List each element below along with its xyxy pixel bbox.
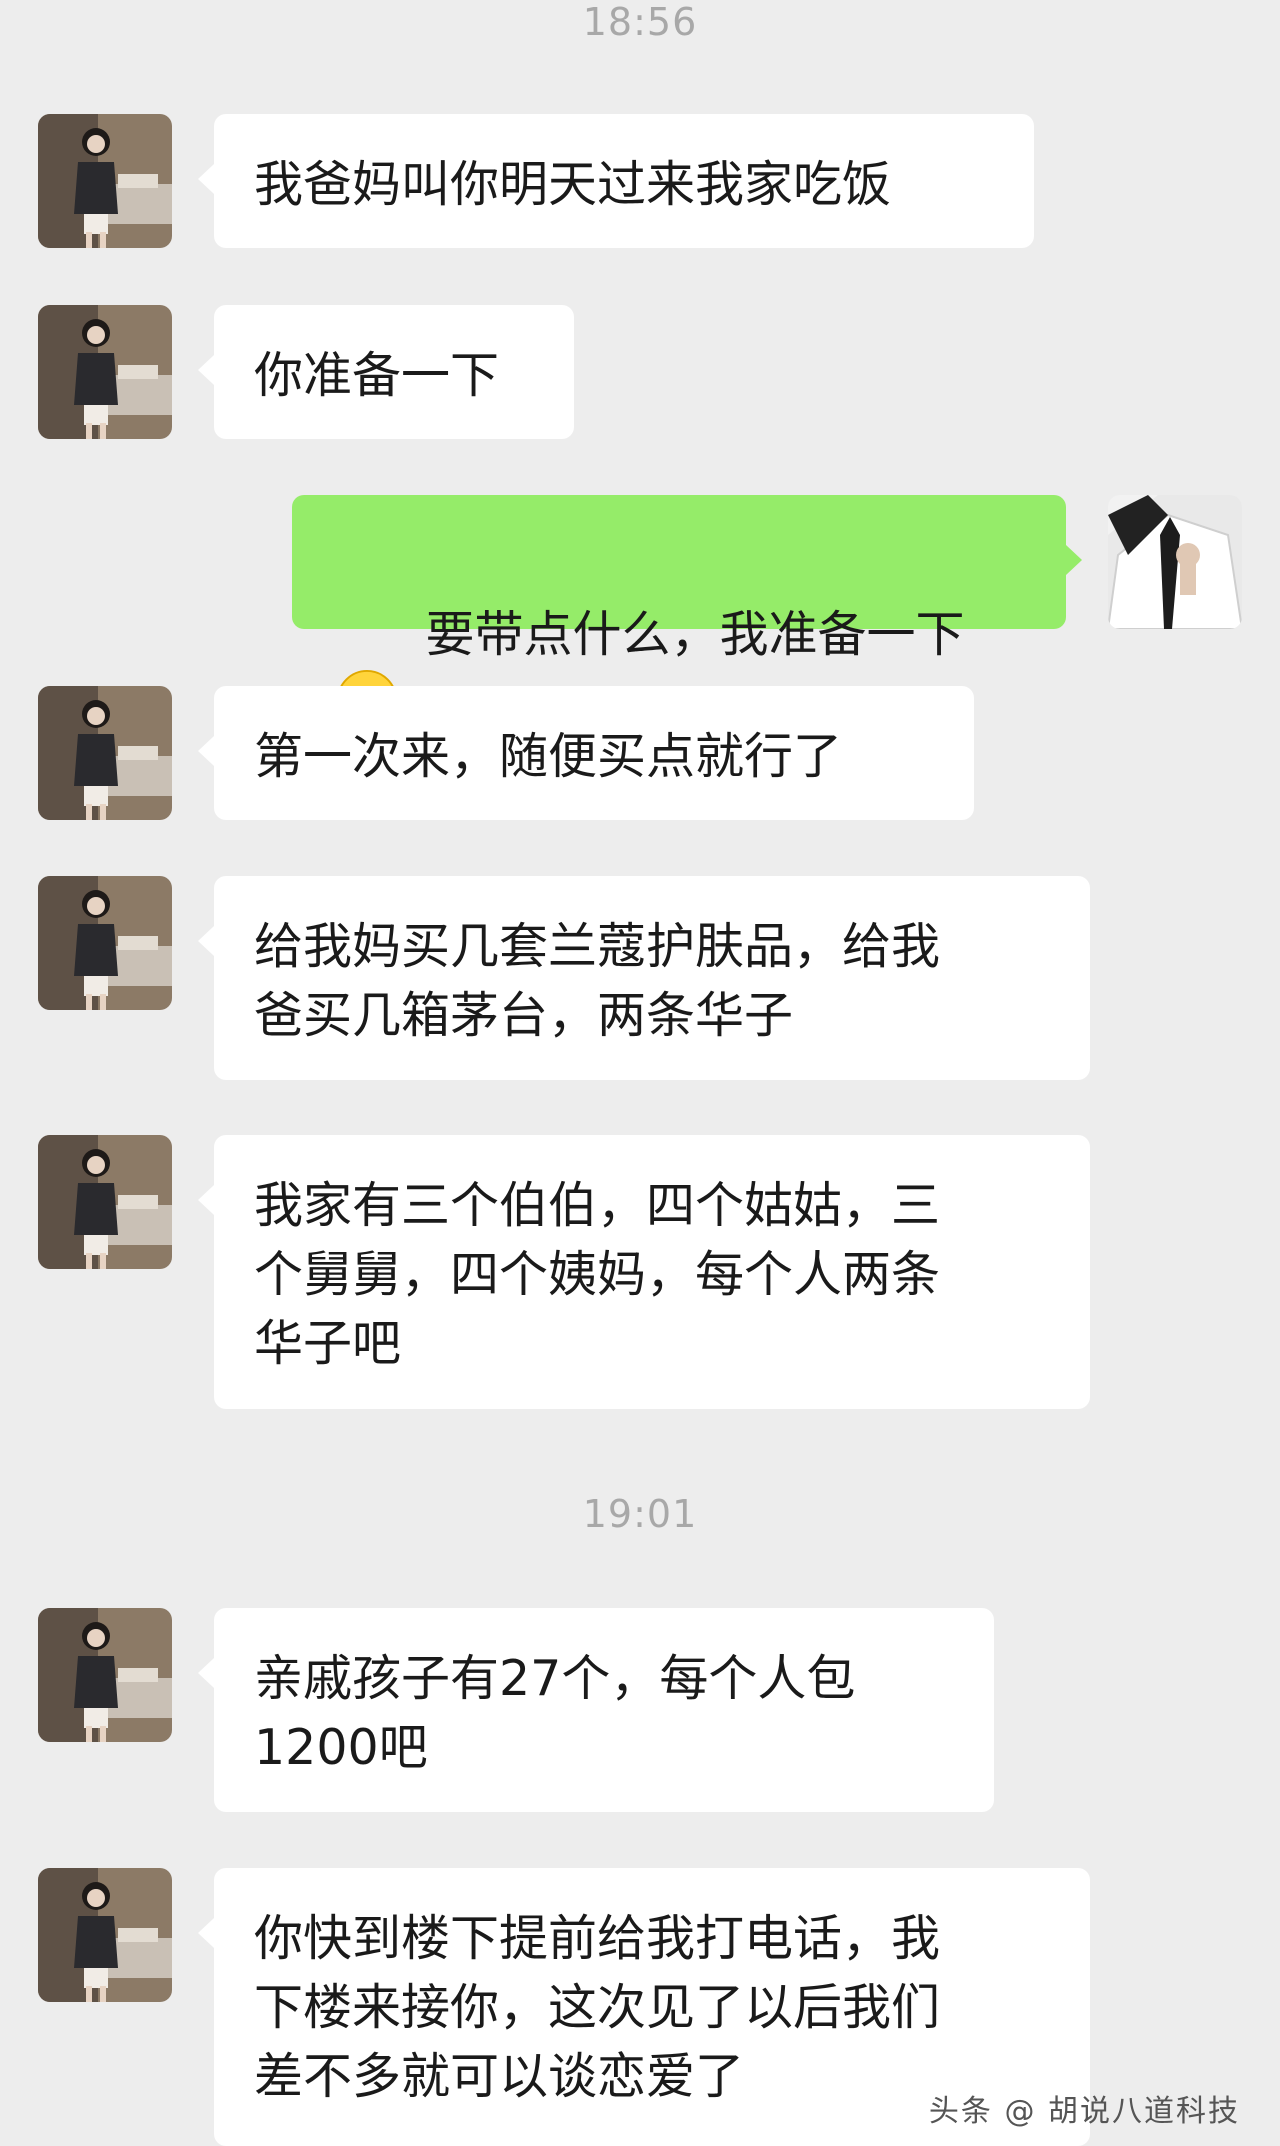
girl-avatar-icon: [38, 876, 172, 1010]
message-bubble[interactable]: 亲戚孩子有27个，每个人包 1200吧: [198, 1608, 994, 1812]
man-avatar-icon: [1108, 495, 1242, 629]
avatar-girl[interactable]: [38, 1608, 172, 1742]
avatar-girl[interactable]: [38, 114, 172, 248]
girl-avatar-icon: [38, 114, 172, 248]
timestamp: 19:01: [582, 1492, 698, 1536]
avatar-self[interactable]: [1108, 495, 1242, 629]
avatar-girl[interactable]: [38, 305, 172, 439]
message-bubble[interactable]: 第一次来，随便买点就行了: [198, 686, 974, 820]
message-bubble[interactable]: 你准备一下: [198, 305, 574, 439]
message-bubble[interactable]: 给我妈买几套兰蔻护肤品，给我 爸买几箱茅台，两条华子: [198, 876, 1090, 1080]
avatar-girl[interactable]: [38, 1135, 172, 1269]
timestamp: 18:56: [582, 0, 698, 44]
girl-avatar-icon: [38, 305, 172, 439]
message-bubble-outgoing[interactable]: 要带点什么，我准备一下: [292, 495, 1082, 731]
avatar-girl[interactable]: [38, 876, 172, 1010]
girl-avatar-icon: [38, 1608, 172, 1742]
message-bubble[interactable]: 我家有三个伯伯，四个姑姑，三 个舅舅，四个姨妈，每个人两条 华子吧: [198, 1135, 1090, 1409]
girl-avatar-icon: [38, 686, 172, 820]
avatar-girl[interactable]: [38, 1868, 172, 2002]
message-text: 要带点什么，我准备一下: [425, 606, 965, 663]
girl-avatar-icon: [38, 1868, 172, 2002]
avatar-girl[interactable]: [38, 686, 172, 820]
watermark: 头条 @ 胡说八道科技: [928, 2094, 1240, 2129]
girl-avatar-icon: [38, 1135, 172, 1269]
message-bubble[interactable]: 我爸妈叫你明天过来我家吃饭: [198, 114, 1034, 248]
